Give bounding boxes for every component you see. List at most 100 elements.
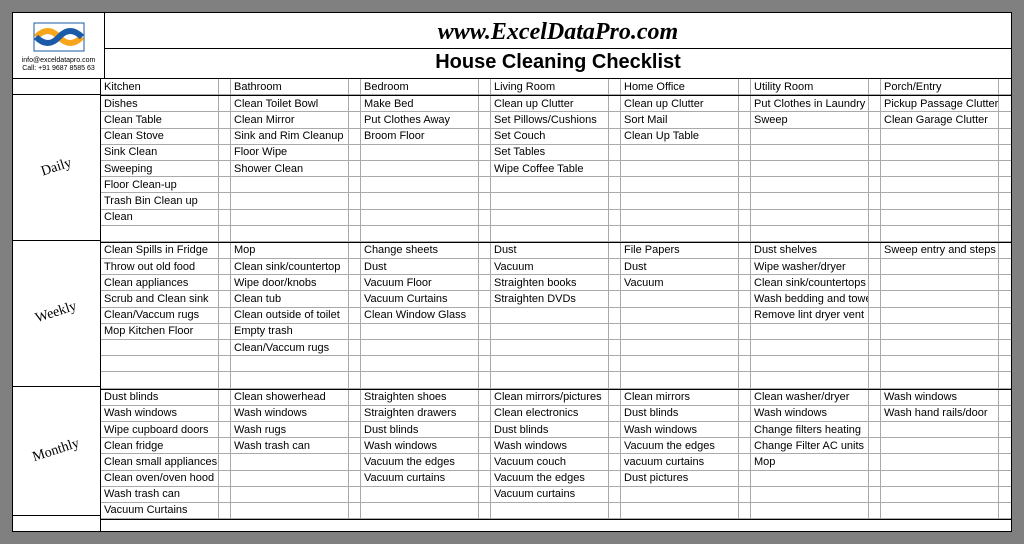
check-cell[interactable] <box>739 406 751 422</box>
check-cell[interactable] <box>219 308 231 324</box>
check-cell[interactable] <box>999 340 1011 356</box>
check-cell[interactable] <box>219 340 231 356</box>
check-cell[interactable] <box>479 177 491 193</box>
check-cell[interactable] <box>479 372 491 388</box>
check-cell[interactable] <box>349 275 361 291</box>
check-cell[interactable] <box>609 503 621 519</box>
check-cell[interactable] <box>999 356 1011 372</box>
check-cell[interactable] <box>869 324 881 340</box>
check-cell[interactable] <box>999 291 1011 307</box>
check-cell[interactable] <box>479 356 491 372</box>
check-cell[interactable] <box>999 487 1011 503</box>
check-cell[interactable] <box>349 210 361 226</box>
check-cell[interactable] <box>349 390 361 406</box>
check-cell[interactable] <box>349 112 361 128</box>
check-cell[interactable] <box>869 438 881 454</box>
check-cell[interactable] <box>479 145 491 161</box>
check-cell[interactable] <box>869 275 881 291</box>
check-cell[interactable] <box>869 259 881 275</box>
check-cell[interactable] <box>999 422 1011 438</box>
check-cell[interactable] <box>739 422 751 438</box>
check-cell[interactable] <box>999 112 1011 128</box>
check-cell[interactable] <box>349 324 361 340</box>
check-cell[interactable] <box>739 340 751 356</box>
check-cell[interactable] <box>999 177 1011 193</box>
check-cell[interactable] <box>869 406 881 422</box>
check-cell[interactable] <box>739 275 751 291</box>
check-cell[interactable] <box>219 259 231 275</box>
check-cell[interactable] <box>219 324 231 340</box>
check-cell[interactable] <box>219 129 231 145</box>
check-cell[interactable] <box>349 406 361 422</box>
check-cell[interactable] <box>349 308 361 324</box>
check-cell[interactable] <box>609 161 621 177</box>
check-cell[interactable] <box>609 145 621 161</box>
check-cell[interactable] <box>739 308 751 324</box>
check-cell[interactable] <box>869 390 881 406</box>
check-cell[interactable] <box>739 96 751 112</box>
check-cell[interactable] <box>609 372 621 388</box>
check-cell[interactable] <box>609 193 621 209</box>
check-cell[interactable] <box>609 291 621 307</box>
check-cell[interactable] <box>739 454 751 470</box>
check-cell[interactable] <box>609 324 621 340</box>
check-cell[interactable] <box>479 406 491 422</box>
check-cell[interactable] <box>739 487 751 503</box>
check-cell[interactable] <box>999 193 1011 209</box>
check-cell[interactable] <box>479 503 491 519</box>
check-cell[interactable] <box>219 145 231 161</box>
check-cell[interactable] <box>869 177 881 193</box>
check-cell[interactable] <box>999 226 1011 242</box>
check-cell[interactable] <box>999 406 1011 422</box>
check-cell[interactable] <box>869 422 881 438</box>
check-cell[interactable] <box>609 112 621 128</box>
check-cell[interactable] <box>219 210 231 226</box>
check-cell[interactable] <box>609 129 621 145</box>
check-cell[interactable] <box>609 422 621 438</box>
check-cell[interactable] <box>869 145 881 161</box>
check-cell[interactable] <box>869 161 881 177</box>
check-cell[interactable] <box>219 291 231 307</box>
check-cell[interactable] <box>869 372 881 388</box>
check-cell[interactable] <box>609 340 621 356</box>
check-cell[interactable] <box>609 471 621 487</box>
check-cell[interactable] <box>219 372 231 388</box>
check-cell[interactable] <box>739 471 751 487</box>
check-cell[interactable] <box>869 243 881 259</box>
check-cell[interactable] <box>479 438 491 454</box>
check-cell[interactable] <box>739 243 751 259</box>
check-cell[interactable] <box>479 422 491 438</box>
check-cell[interactable] <box>609 259 621 275</box>
check-cell[interactable] <box>479 454 491 470</box>
check-cell[interactable] <box>999 275 1011 291</box>
check-cell[interactable] <box>869 96 881 112</box>
check-cell[interactable] <box>609 96 621 112</box>
check-cell[interactable] <box>999 145 1011 161</box>
check-cell[interactable] <box>739 259 751 275</box>
check-cell[interactable] <box>869 210 881 226</box>
check-cell[interactable] <box>349 129 361 145</box>
check-cell[interactable] <box>999 390 1011 406</box>
check-cell[interactable] <box>999 454 1011 470</box>
check-cell[interactable] <box>869 487 881 503</box>
check-cell[interactable] <box>999 372 1011 388</box>
check-cell[interactable] <box>219 390 231 406</box>
check-cell[interactable] <box>999 438 1011 454</box>
check-cell[interactable] <box>479 471 491 487</box>
check-cell[interactable] <box>609 454 621 470</box>
check-cell[interactable] <box>999 210 1011 226</box>
check-cell[interactable] <box>219 454 231 470</box>
check-cell[interactable] <box>739 112 751 128</box>
check-cell[interactable] <box>219 193 231 209</box>
check-cell[interactable] <box>479 112 491 128</box>
check-cell[interactable] <box>219 356 231 372</box>
check-cell[interactable] <box>869 356 881 372</box>
check-cell[interactable] <box>219 275 231 291</box>
check-cell[interactable] <box>609 226 621 242</box>
check-cell[interactable] <box>349 372 361 388</box>
check-cell[interactable] <box>609 308 621 324</box>
check-cell[interactable] <box>739 226 751 242</box>
check-cell[interactable] <box>349 226 361 242</box>
check-cell[interactable] <box>219 226 231 242</box>
check-cell[interactable] <box>479 340 491 356</box>
